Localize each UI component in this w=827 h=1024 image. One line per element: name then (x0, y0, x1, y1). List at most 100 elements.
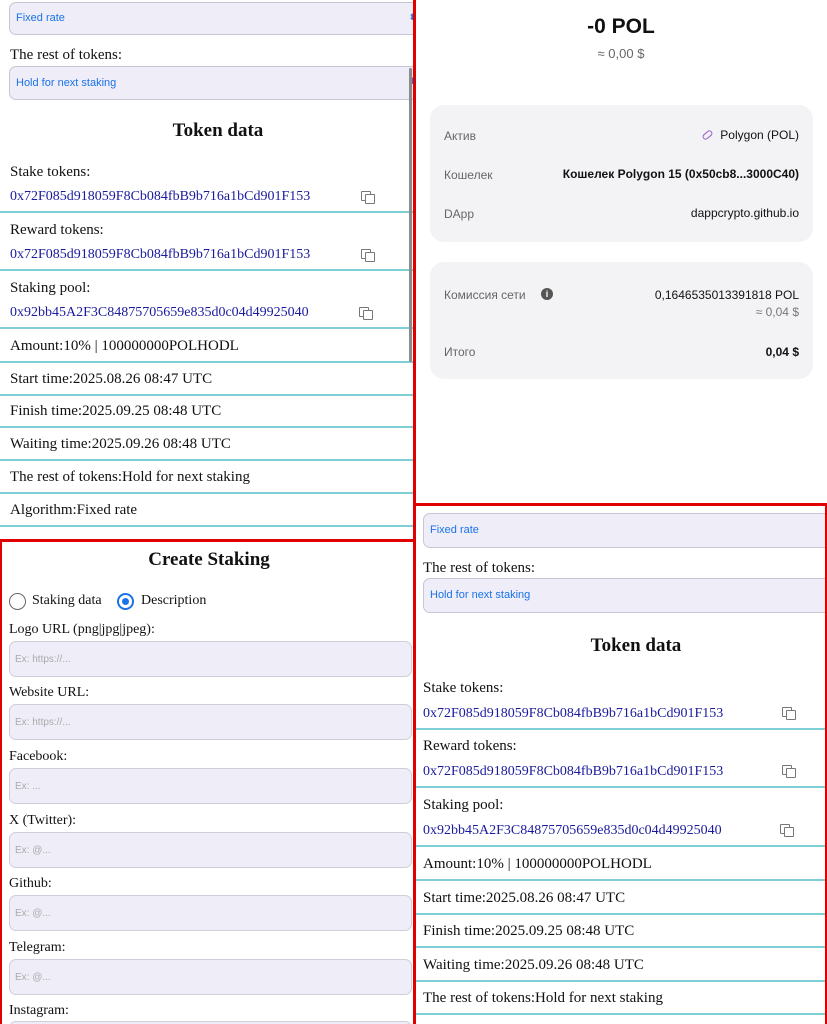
wallet-confirmation-panel: -0 POL ≈ 0,00 $ Актив Polygon (POL) Коше… (415, 0, 827, 505)
asset-value: Polygon (POL) (701, 128, 799, 142)
staking-pool-address[interactable]: 0x92bb45A2F3C84875705659e835d0c04d499250… (423, 823, 722, 839)
description-radio[interactable] (117, 593, 134, 610)
twitter-input[interactable] (9, 832, 412, 868)
logo-url-label: Logo URL (png|jpg|jpeg): (9, 622, 155, 637)
staking-pool-label: Staking pool: (423, 797, 504, 813)
logo-url-input[interactable] (9, 641, 412, 677)
algorithm-select[interactable]: Fixed rate (423, 513, 827, 548)
divider (0, 361, 415, 363)
amount-row: Amount:10% | 100000000POLHODL (10, 338, 239, 354)
create-staking-panel: Create Staking Staking data Description … (0, 541, 413, 1024)
divider (0, 459, 415, 461)
divider (415, 845, 827, 847)
website-url-label: Website URL: (9, 685, 90, 700)
algorithm-row: Algorithm:Fixed rate (10, 502, 138, 518)
rest-of-tokens-select-value: Hold for next staking (16, 77, 117, 89)
waiting-time-row: Waiting time:2025.09.26 08:48 UTC (423, 957, 644, 973)
divider (0, 269, 415, 271)
staking-data-radio[interactable] (9, 593, 26, 610)
scrollbar[interactable] (409, 68, 412, 362)
rest-of-tokens-label: The rest of tokens: (423, 560, 536, 576)
waiting-time-row: Waiting time:2025.09.26 08:48 UTC (10, 436, 231, 452)
transaction-amount-usd: ≈ 0,00 $ (597, 46, 645, 61)
create-staking-heading: Create Staking (148, 549, 270, 570)
polygon-link-icon (701, 129, 714, 141)
token-data-heading: Token data (590, 635, 682, 656)
divider (0, 426, 415, 428)
copy-icon[interactable] (359, 307, 373, 320)
frame-divider-right (415, 503, 827, 506)
start-time-row: Start time:2025.08.26 08:47 UTC (10, 371, 213, 387)
divider (0, 394, 415, 396)
divider (415, 980, 827, 982)
network-fee-usd: ≈ 0,04 $ (755, 305, 799, 319)
telegram-label: Telegram: (9, 940, 66, 955)
reward-tokens-address[interactable]: 0x72F085d918059F8Cb084fbB9b716a1bCd901F1… (423, 764, 723, 780)
github-label: Github: (9, 876, 52, 891)
dapp-value: dappcrypto.github.io (690, 206, 799, 220)
wallet-label: Кошелек (444, 168, 493, 182)
facebook-label: Facebook: (9, 749, 68, 764)
staking-pool-address[interactable]: 0x92bb45A2F3C84875705659e835d0c04d499250… (10, 305, 309, 321)
copy-icon[interactable] (780, 824, 794, 837)
instagram-label: Instagram: (9, 1003, 69, 1018)
divider (0, 525, 415, 527)
divider (0, 211, 415, 213)
copy-icon[interactable] (782, 765, 796, 778)
staking-details-panel-top: Fixed rate ⬍ The rest of tokens: Hold fo… (0, 0, 415, 541)
rest-of-tokens-label: The rest of tokens: (10, 47, 123, 63)
reward-tokens-label: Reward tokens: (10, 222, 104, 238)
frame-divider-vertical (413, 0, 416, 1024)
network-fee-label: Комиссия сети (444, 288, 526, 302)
info-icon[interactable]: i (541, 288, 553, 300)
asset-value-text: Polygon (POL) (720, 128, 799, 142)
total-value: 0,04 $ (765, 345, 799, 359)
divider (415, 728, 827, 730)
reward-tokens-address[interactable]: 0x72F085d918059F8Cb084fbB9b716a1bCd901F1… (10, 247, 310, 263)
rest-of-tokens-select[interactable]: Hold for next staking (423, 578, 827, 613)
algorithm-select-value: Fixed rate (16, 12, 65, 24)
divider (415, 1013, 827, 1015)
staking-data-radio-label[interactable]: Staking data (32, 593, 102, 609)
finish-time-row: Finish time:2025.09.25 08:48 UTC (10, 403, 222, 419)
amount-row: Amount:10% | 100000000POLHODL (423, 856, 652, 872)
rest-of-tokens-row: The rest of tokens:Hold for next staking (423, 990, 663, 1006)
network-fee-value: 0,1646535013391818 POL (654, 288, 799, 302)
divider (0, 327, 415, 329)
divider (415, 946, 827, 948)
copy-icon[interactable] (782, 707, 796, 720)
stake-tokens-address[interactable]: 0x72F085d918059F8Cb084fbB9b716a1bCd901F1… (423, 706, 723, 722)
frame-edge-left (0, 541, 2, 1024)
description-radio-label[interactable]: Description (141, 593, 206, 609)
rest-of-tokens-select-value: Hold for next staking (430, 589, 531, 601)
rest-of-tokens-row: The rest of tokens:Hold for next staking (10, 469, 250, 485)
start-time-row: Start time:2025.08.26 08:47 UTC (423, 890, 626, 906)
staking-details-panel-bottom: Fixed rate The rest of tokens: Hold for … (415, 505, 827, 1024)
github-input[interactable] (9, 895, 412, 931)
wallet-value: Кошелек Polygon 15 (0x50cb8...3000C40) (562, 167, 799, 181)
divider (415, 913, 827, 915)
copy-icon[interactable] (361, 191, 375, 204)
website-url-input[interactable] (9, 704, 412, 740)
finish-time-row: Finish time:2025.09.25 08:48 UTC (423, 923, 635, 939)
twitter-label: X (Twitter): (9, 813, 77, 828)
telegram-input[interactable] (9, 959, 412, 995)
stake-tokens-label: Stake tokens: (10, 164, 91, 180)
transaction-details-card: Актив Polygon (POL) Кошелек Кошелек Poly… (430, 105, 813, 242)
dapp-label: DApp (444, 207, 475, 221)
reward-tokens-label: Reward tokens: (423, 738, 517, 754)
divider (415, 786, 827, 788)
algorithm-select[interactable]: Fixed rate ⬍ (9, 2, 415, 35)
facebook-input[interactable] (9, 768, 412, 804)
copy-icon[interactable] (361, 249, 375, 262)
fee-card: Комиссия сети i 0,1646535013391818 POL ≈… (430, 262, 813, 379)
stake-tokens-address[interactable]: 0x72F085d918059F8Cb084fbB9b716a1bCd901F1… (10, 189, 310, 205)
rest-of-tokens-select[interactable]: Hold for next staking ⬍ (9, 66, 415, 100)
divider (0, 492, 415, 494)
divider (415, 879, 827, 881)
asset-label: Актив (444, 129, 476, 143)
stake-tokens-label: Stake tokens: (423, 680, 504, 696)
token-data-heading: Token data (172, 120, 264, 141)
staking-pool-label: Staking pool: (10, 280, 91, 296)
algorithm-select-value: Fixed rate (430, 524, 479, 536)
